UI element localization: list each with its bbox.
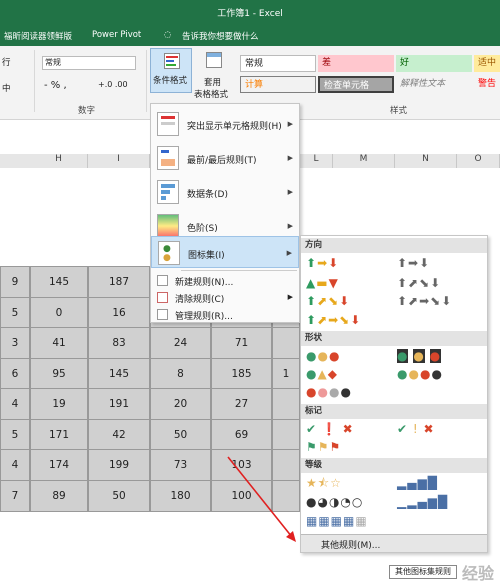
annotation-arrow (227, 456, 296, 542)
tooltip: 其他图标集规则 (389, 565, 457, 579)
watermark: 经验 (461, 564, 494, 583)
